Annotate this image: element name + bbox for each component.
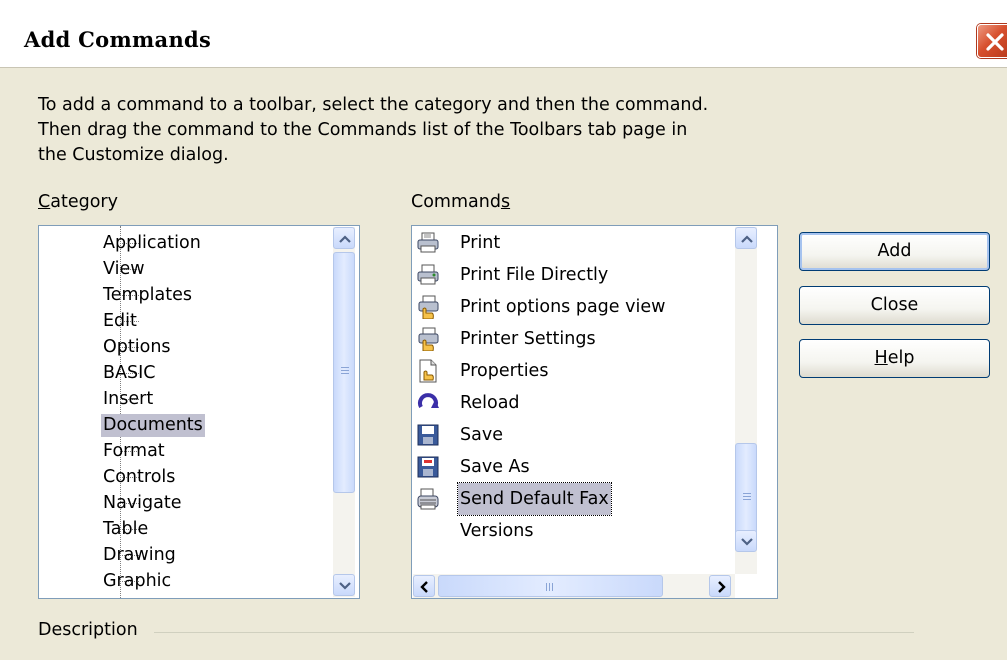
category-item-label: Insert xyxy=(103,389,154,409)
commands-label-mnemonic: s xyxy=(500,192,511,212)
commands-scrollbar[interactable] xyxy=(735,227,757,574)
category-item-label: BASIC xyxy=(103,363,156,383)
category-item[interactable]: Templates xyxy=(39,284,329,307)
category-item[interactable]: View xyxy=(39,258,329,281)
category-label: Category xyxy=(38,192,118,212)
help-mnemonic: H xyxy=(874,348,888,368)
category-item-label: Edit xyxy=(103,311,137,331)
reload-icon xyxy=(416,391,440,415)
command-item[interactable]: Save As xyxy=(412,451,732,483)
chevron-up-icon xyxy=(741,235,753,243)
category-item-label: Navigate xyxy=(103,493,182,513)
category-item[interactable]: Table xyxy=(39,518,329,541)
category-item-label: Controls xyxy=(103,467,176,487)
command-item-label: Save As xyxy=(460,457,530,477)
help-button[interactable]: Help xyxy=(799,339,990,378)
command-item-label: Send Default Fax xyxy=(457,482,612,516)
print-direct-icon xyxy=(416,263,440,287)
title-bar: Add Commands xyxy=(0,0,1007,67)
command-item[interactable]: Print options page view xyxy=(412,291,732,323)
command-item-label: Print options page view xyxy=(460,297,666,317)
category-item[interactable]: Navigate xyxy=(39,492,329,515)
commands-label: Commands xyxy=(411,192,510,212)
category-item[interactable]: BASIC xyxy=(39,362,329,385)
category-item[interactable]: Drawing xyxy=(39,544,329,567)
description-divider xyxy=(154,632,914,633)
help-label-rest: elp xyxy=(887,348,915,368)
category-item-label: Format xyxy=(103,441,165,461)
command-item[interactable]: Reload xyxy=(412,387,732,419)
close-window-button[interactable] xyxy=(977,24,1007,58)
dialog-title: Add Commands xyxy=(24,27,212,52)
intro-line: the Customize dialog. xyxy=(38,145,229,165)
category-item[interactable]: Graphic xyxy=(39,570,329,593)
category-scroll-thumb[interactable] xyxy=(333,252,355,493)
category-scroll-down-button[interactable] xyxy=(333,574,355,596)
printer-icon xyxy=(416,231,440,255)
chevron-left-icon xyxy=(420,581,428,593)
category-item-label: Graphic xyxy=(103,571,172,591)
category-list[interactable]: Application View Templates Edit Options BASIC… xyxy=(38,225,360,599)
print-options-icon xyxy=(416,295,440,320)
command-item-label: Printer Settings xyxy=(460,329,596,349)
chevron-down-icon xyxy=(741,538,753,546)
category-item[interactable]: Edit xyxy=(39,310,329,333)
category-item[interactable]: Documents xyxy=(39,414,329,437)
chevron-down-icon xyxy=(339,582,351,590)
command-item[interactable]: Print xyxy=(412,227,732,259)
category-item-label: Drawing xyxy=(103,545,176,565)
commands-scroll-right-button[interactable] xyxy=(709,575,731,597)
close-icon xyxy=(986,33,1004,51)
category-item-label: Documents xyxy=(101,414,205,437)
intro-line: Then drag the command to the Commands li… xyxy=(38,120,688,140)
command-item-label: Save xyxy=(460,425,503,445)
commands-label-main: Command xyxy=(411,192,501,212)
category-item[interactable]: Format xyxy=(39,440,329,463)
commands-scroll-left-button[interactable] xyxy=(413,575,435,597)
command-item[interactable]: Save xyxy=(412,419,732,451)
intro-text: To add a command to a toolbar, select th… xyxy=(38,93,818,168)
category-item[interactable]: Controls xyxy=(39,466,329,489)
save-as-icon xyxy=(416,455,440,479)
description-label: Description xyxy=(38,620,138,640)
command-item[interactable]: Properties xyxy=(412,355,732,387)
category-scroll-up-button[interactable] xyxy=(333,227,355,249)
category-item[interactable]: Insert xyxy=(39,388,329,411)
command-item[interactable]: Print File Directly xyxy=(412,259,732,291)
chevron-right-icon xyxy=(718,581,726,593)
category-label-rest: ategory xyxy=(50,192,118,212)
printer-settings-icon xyxy=(416,327,440,352)
fax-icon xyxy=(416,487,440,511)
category-item-label: View xyxy=(103,259,145,279)
command-item[interactable]: Printer Settings xyxy=(412,323,732,355)
category-item-label: Templates xyxy=(103,285,192,305)
commands-scroll-down-button[interactable] xyxy=(735,530,757,552)
save-icon xyxy=(416,423,440,447)
command-item-label: Print xyxy=(460,233,501,253)
category-item-label: Options xyxy=(103,337,171,357)
command-item-label: Properties xyxy=(460,361,549,381)
command-item[interactable]: Send Default Fax xyxy=(412,482,732,516)
command-item-label: Reload xyxy=(460,393,520,413)
command-item-label: Print File Directly xyxy=(460,265,609,285)
properties-icon xyxy=(416,359,440,383)
category-item-label: Table xyxy=(103,519,149,539)
category-label-mnemonic: C xyxy=(38,192,51,212)
category-item[interactable]: Application xyxy=(39,232,329,255)
commands-horizontal-scrollbar[interactable] xyxy=(413,574,735,598)
commands-scroll-up-button[interactable] xyxy=(735,227,757,249)
close-button[interactable]: Close xyxy=(799,286,990,325)
command-item-label: Versions xyxy=(460,521,534,541)
tree-connector xyxy=(120,226,121,598)
chevron-up-icon xyxy=(339,235,351,243)
commands-scroll-hthumb[interactable] xyxy=(438,575,663,597)
category-scrollbar[interactable] xyxy=(333,227,355,597)
add-commands-dialog: Add Commands To add a command to a toolb… xyxy=(0,0,1007,660)
category-item-label: Application xyxy=(103,233,201,253)
add-button[interactable]: Add xyxy=(799,232,990,271)
command-item[interactable]: Versions xyxy=(412,515,732,547)
category-item[interactable]: Options xyxy=(39,336,329,359)
intro-line: To add a command to a toolbar, select th… xyxy=(38,95,709,115)
commands-list[interactable]: Print Print File Directly Print options pa… xyxy=(411,225,778,599)
